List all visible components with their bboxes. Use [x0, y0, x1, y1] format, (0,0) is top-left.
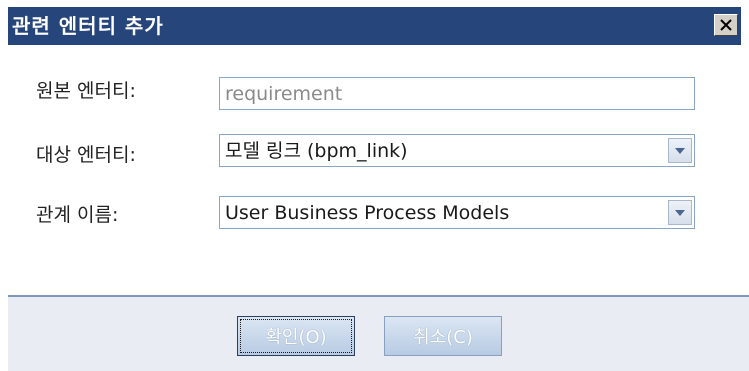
title-bar[interactable]: 관련 엔터티 추가 [8, 7, 741, 45]
source-entity-field: requirement [219, 77, 695, 110]
source-entity-label: 원본 엔터티: [36, 80, 136, 102]
target-entity-dropdown-button[interactable] [668, 138, 692, 163]
cancel-button[interactable]: 취소(C) [384, 316, 502, 356]
target-entity-select[interactable]: 모델 링크 (bpm_link) [219, 134, 695, 167]
dialog-body: 원본 엔터티: requirement 대상 엔터티: 모델 링크 (bpm_l… [8, 45, 749, 294]
relation-name-dropdown-button[interactable] [668, 200, 692, 225]
relation-name-select[interactable]: User Business Process Models [219, 196, 695, 229]
ok-button[interactable]: 확인(O) [237, 316, 355, 356]
dialog-footer: 확인(O) 취소(C) [8, 295, 749, 371]
source-entity-value: requirement [225, 83, 343, 105]
target-entity-value: 모델 링크 (bpm_link) [225, 140, 408, 162]
relation-name-label: 관계 이름: [36, 204, 119, 226]
dialog-title: 관련 엔터티 추가 [12, 14, 164, 38]
close-button[interactable] [714, 14, 738, 36]
chevron-down-icon [675, 147, 685, 154]
target-entity-label: 대상 엔터티: [36, 144, 136, 166]
add-related-entity-dialog: 관련 엔터티 추가 원본 엔터티: requirement 대상 엔터티: 모델… [0, 0, 749, 371]
relation-name-value: User Business Process Models [225, 202, 510, 224]
close-icon [720, 19, 732, 31]
chevron-down-icon [675, 209, 685, 216]
